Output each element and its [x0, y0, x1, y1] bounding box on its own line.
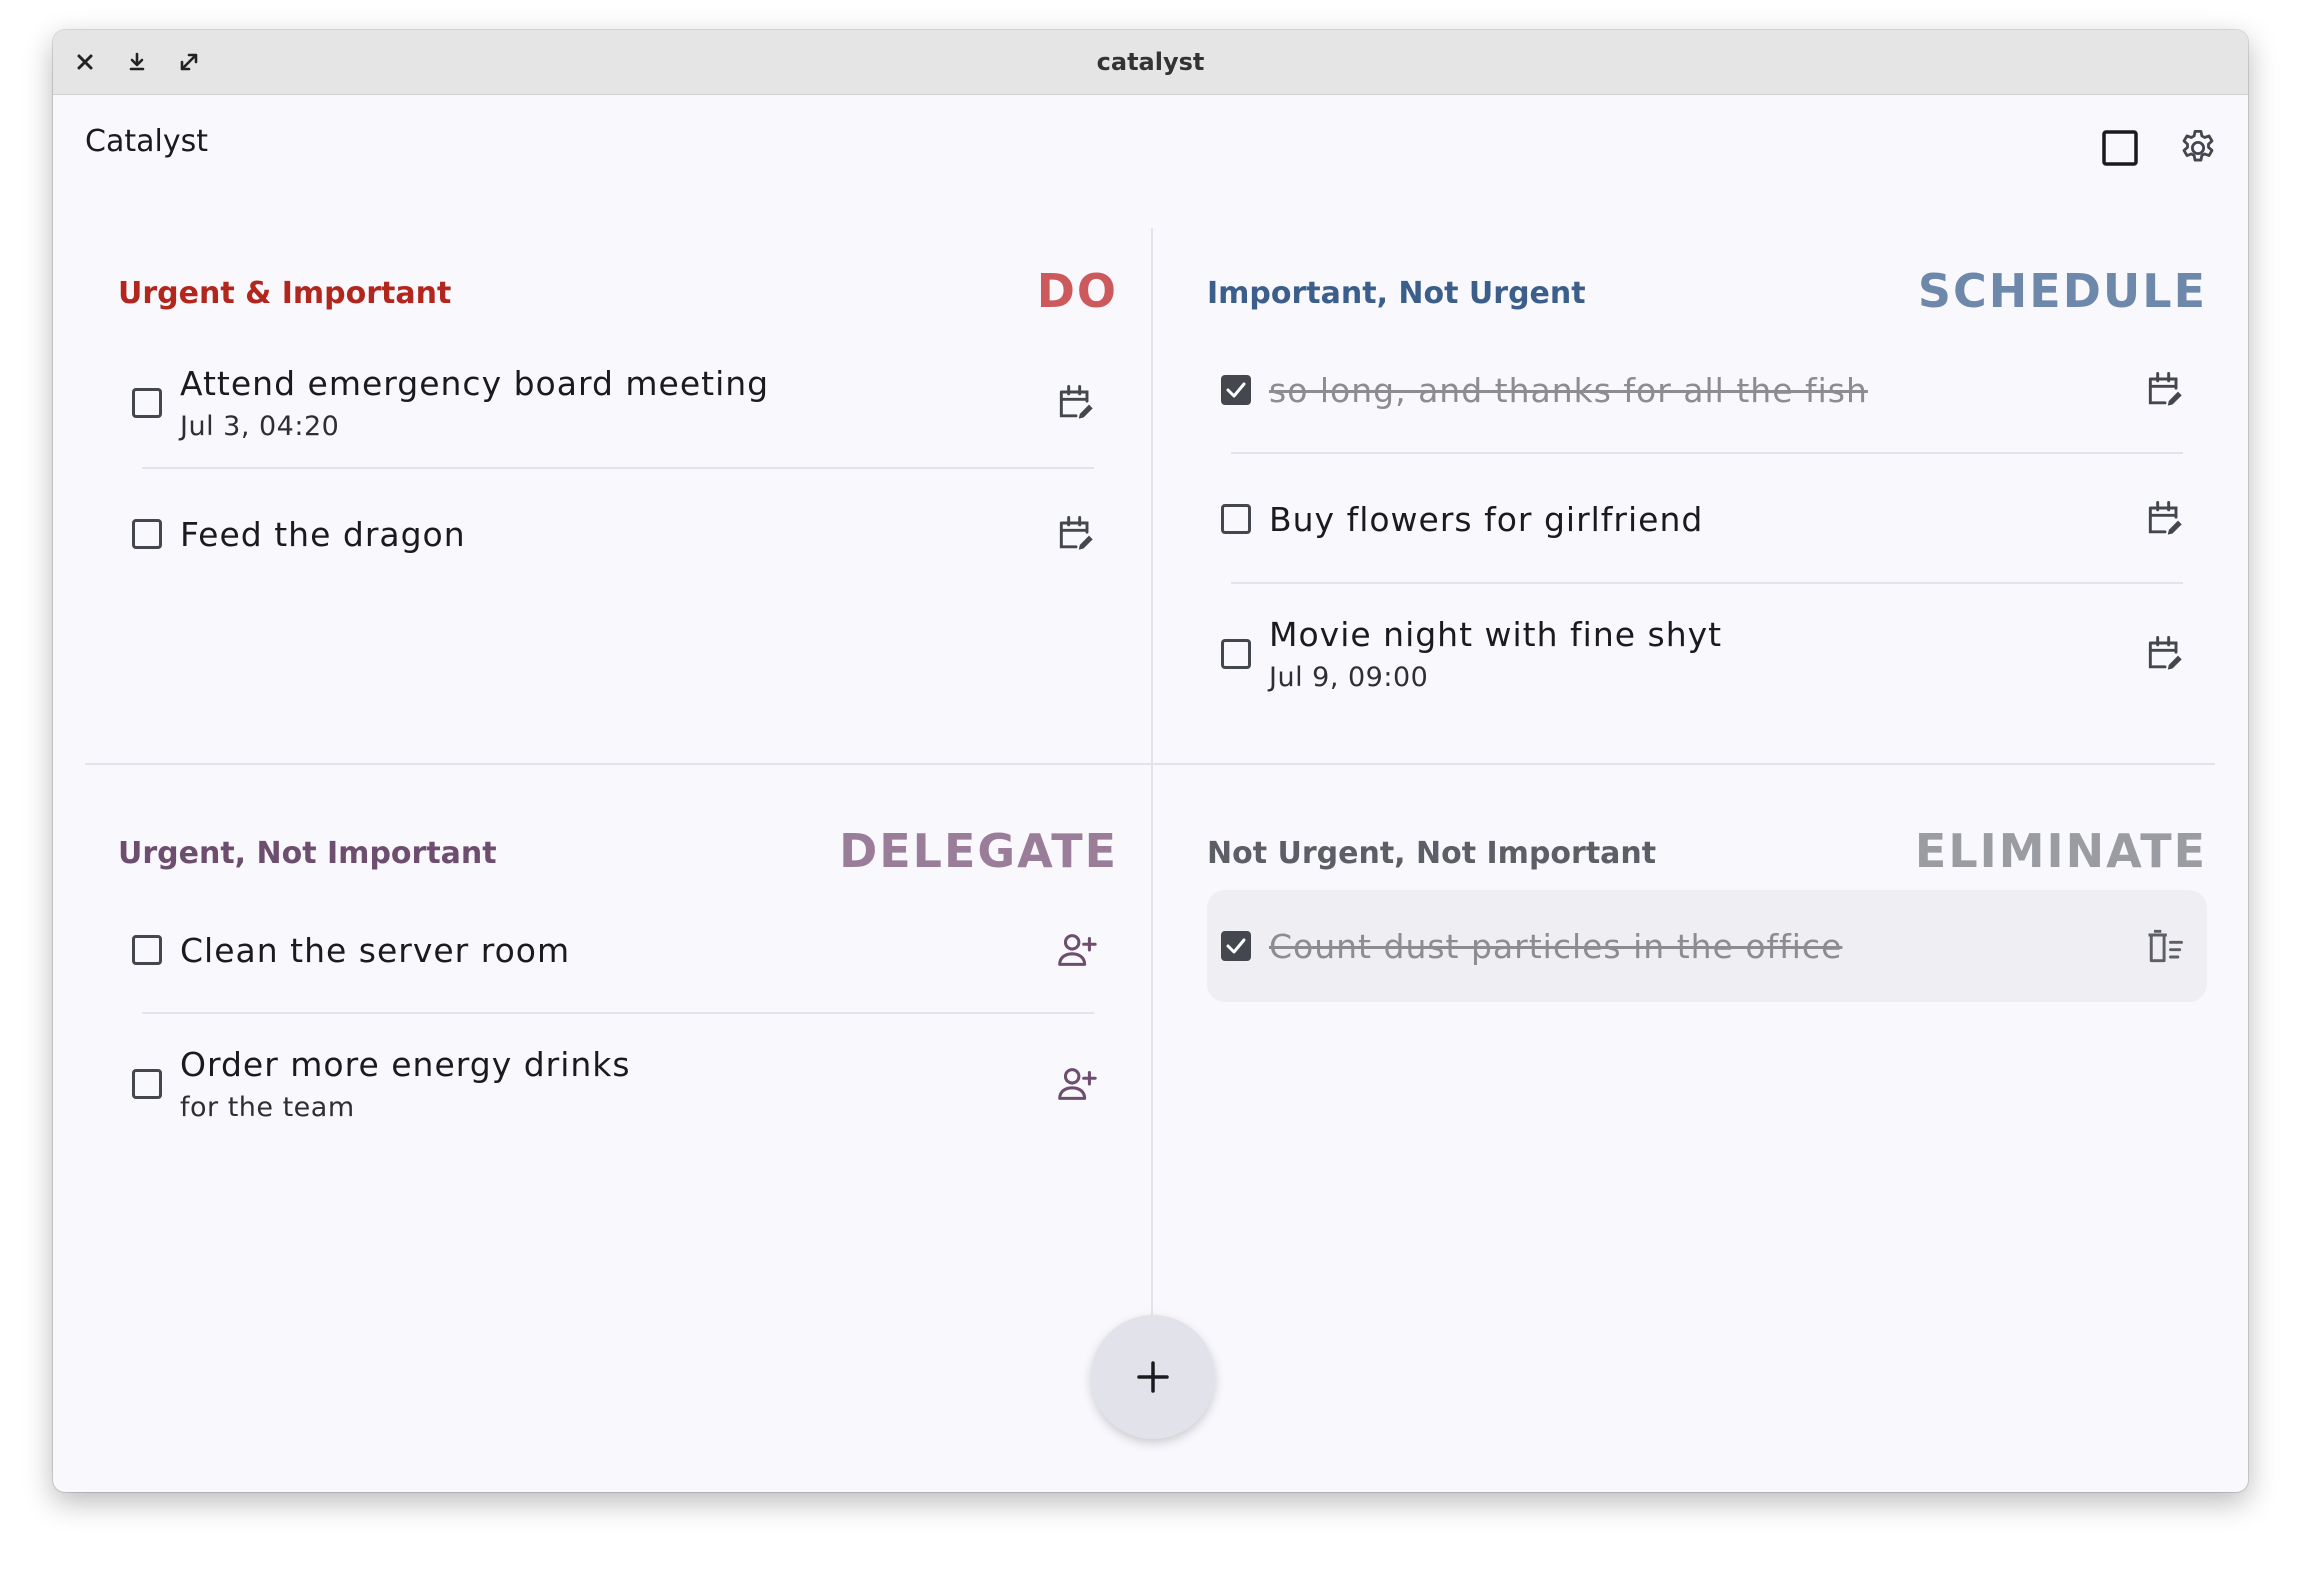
task-title: Buy flowers for girlfriend	[1269, 499, 1704, 539]
task-title: so long, and thanks for all the fish	[1269, 370, 1868, 410]
task-checkbox[interactable]	[132, 387, 162, 418]
quadrant-eliminate: Not Urgent, Not Important ELIMINATE Coun…	[1207, 806, 2207, 1002]
settings-button[interactable]	[2170, 120, 2226, 176]
delete-task-button[interactable]	[2137, 918, 2193, 974]
task-item[interactable]: Feed the dragon	[118, 469, 1118, 599]
calendar-edit-icon	[1059, 384, 1093, 419]
task-title: Clean the server room	[180, 930, 571, 970]
task-title: Order more energy drinks	[180, 1045, 631, 1084]
quadrant-label: SCHEDULE	[1917, 264, 2207, 318]
delegate-task-button[interactable]	[1048, 1056, 1104, 1112]
app-window: catalyst Catalyst Urgent & Important DO …	[53, 30, 2248, 1492]
check-icon	[1226, 382, 1246, 398]
quadrant-subtitle: Important, Not Urgent	[1207, 276, 1586, 311]
quadrant-label: ELIMINATE	[1914, 824, 2207, 878]
task-checkbox[interactable]	[1221, 931, 1251, 961]
task-due-date: Jul 9, 09:00	[1269, 662, 1429, 693]
task-item[interactable]: so long, and thanks for all the fish	[1207, 326, 2207, 454]
quadrant-subtitle: Urgent & Important	[118, 276, 452, 311]
task-checkbox[interactable]	[1221, 639, 1251, 669]
delete-sweep-icon	[2148, 929, 2183, 963]
task-item[interactable]: Order more energy drinks for the team	[118, 1014, 1118, 1154]
calendar-edit-icon	[2148, 636, 2182, 670]
title-bar: catalyst	[53, 30, 2248, 95]
schedule-task-button[interactable]	[2137, 362, 2193, 418]
task-due-date: Jul 3, 04:20	[180, 410, 340, 442]
schedule-task-button[interactable]	[1048, 506, 1104, 562]
quadrant-label: DELEGATE	[839, 824, 1118, 878]
calendar-edit-icon	[2148, 372, 2182, 406]
task-checkbox[interactable]	[132, 519, 162, 549]
task-title: Attend emergency board meeting	[180, 363, 770, 403]
task-checkbox[interactable]	[132, 1069, 162, 1099]
schedule-task-button[interactable]	[1048, 375, 1104, 431]
quadrant-header: Important, Not Urgent SCHEDULE	[1207, 246, 2207, 326]
task-item[interactable]: Clean the server room	[118, 886, 1118, 1014]
task-title: Count dust particles in the office	[1269, 926, 1843, 966]
select-mode-button[interactable]	[2092, 120, 2148, 176]
quadrant-label: DO	[1036, 264, 1118, 318]
task-description: for the team	[180, 1092, 355, 1123]
quadrant-subtitle: Urgent, Not Important	[118, 836, 497, 871]
calendar-edit-icon	[2148, 501, 2182, 535]
task-title: Feed the dragon	[180, 514, 466, 554]
task-item[interactable]: Movie night with fine shyt Jul 9, 09:00	[1207, 584, 2207, 724]
task-checkbox[interactable]	[132, 935, 162, 965]
horizontal-divider	[85, 763, 2215, 765]
calendar-edit-icon	[1059, 516, 1093, 550]
schedule-task-button[interactable]	[2137, 491, 2193, 547]
quadrant-do: Urgent & Important DO Attend emergency b…	[118, 246, 1118, 599]
quadrant-header: Urgent & Important DO	[118, 246, 1118, 326]
add-task-button[interactable]	[1091, 1315, 1215, 1439]
task-item[interactable]: Buy flowers for girlfriend	[1207, 454, 2207, 584]
quadrant-header: Not Urgent, Not Important ELIMINATE	[1207, 806, 2207, 886]
quadrant-schedule: Important, Not Urgent SCHEDULE so long, …	[1207, 246, 2207, 724]
delegate-task-button[interactable]	[1048, 922, 1104, 978]
quadrant-subtitle: Not Urgent, Not Important	[1207, 836, 1657, 871]
person-add-icon	[1058, 1068, 1097, 1100]
app-title: Catalyst	[85, 124, 208, 159]
vertical-divider	[1151, 228, 1153, 1328]
quadrant-delegate: Urgent, Not Important DELEGATE Clean the…	[118, 806, 1118, 1154]
person-add-icon	[1058, 934, 1097, 966]
quadrant-header: Urgent, Not Important DELEGATE	[118, 806, 1118, 886]
gear-icon	[2182, 129, 2214, 162]
task-title: Movie night with fine shyt	[1269, 615, 1723, 654]
task-item[interactable]: Count dust particles in the office	[1207, 890, 2207, 1002]
checkbox-outline-icon	[2102, 130, 2138, 166]
task-item[interactable]: Attend emergency board meeting Jul 3, 04…	[118, 336, 1118, 469]
schedule-task-button[interactable]	[2137, 626, 2193, 682]
task-checkbox[interactable]	[1221, 375, 1251, 405]
window-title: catalyst	[1096, 48, 1205, 76]
check-icon	[1226, 938, 1246, 954]
task-checkbox[interactable]	[1221, 504, 1251, 534]
plus-icon	[1137, 1361, 1169, 1393]
